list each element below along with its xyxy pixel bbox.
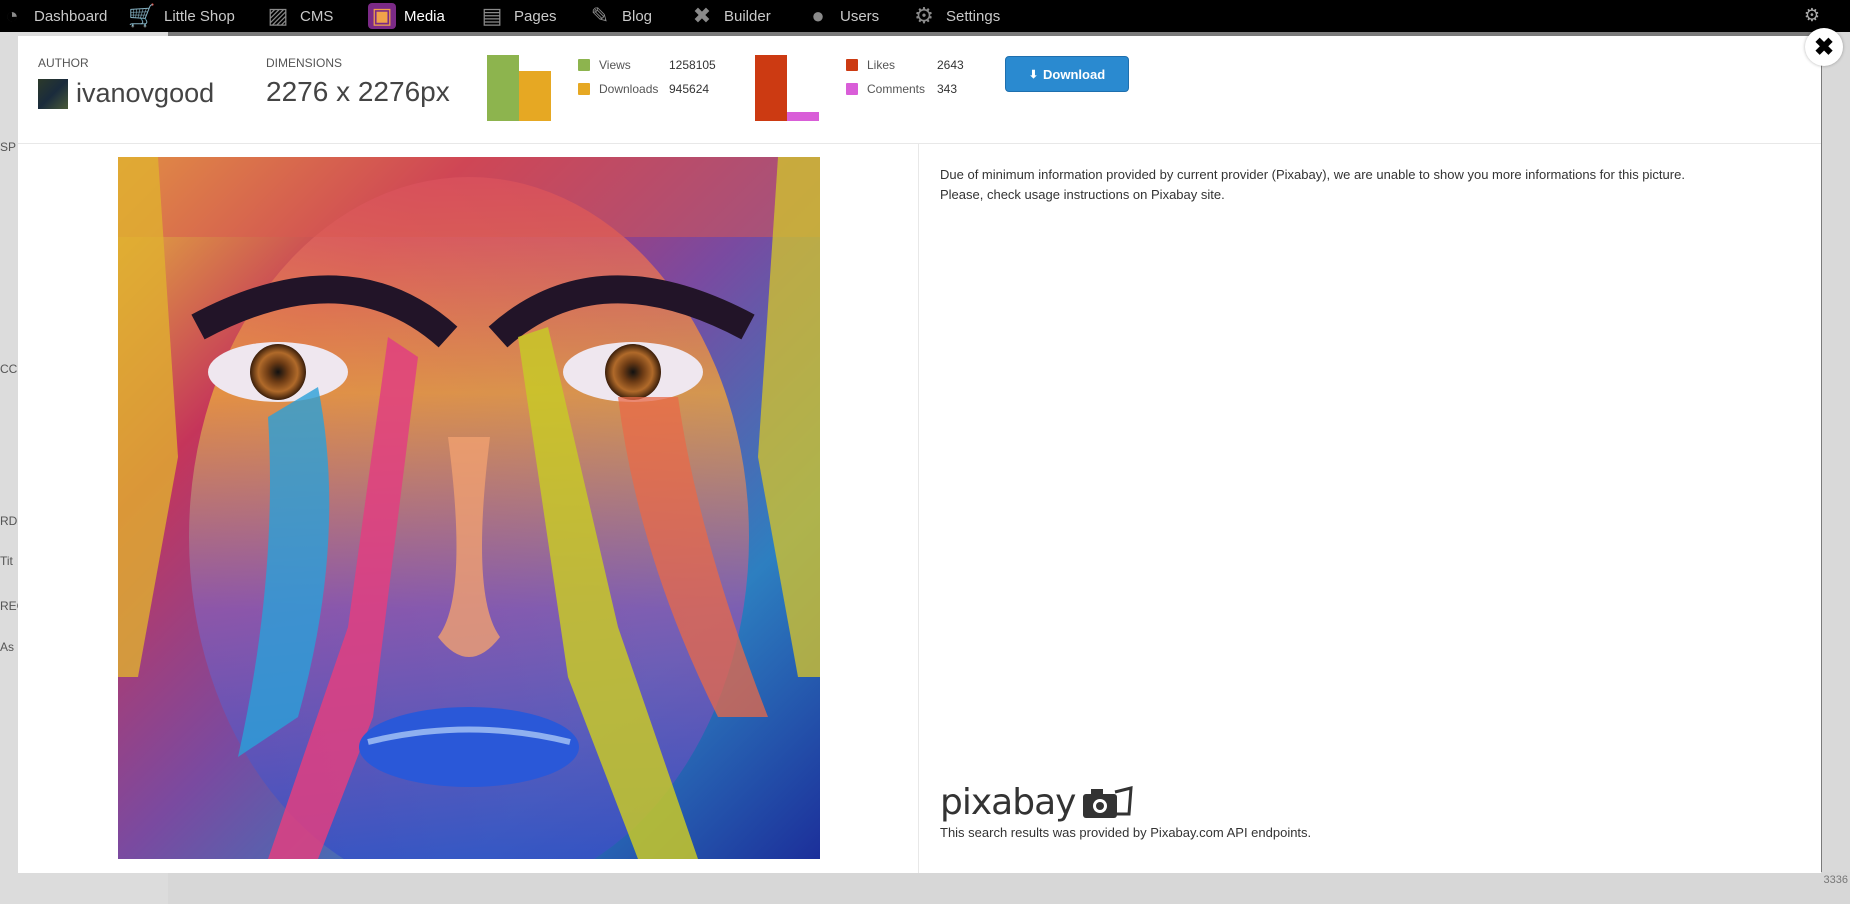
media-icon: ▣ — [368, 3, 396, 29]
nav-item-label: Little Shop — [164, 7, 235, 25]
blog-icon: ✎ — [590, 3, 610, 28]
comments-label: Comments — [867, 82, 926, 96]
camera-icon — [1083, 785, 1134, 818]
pixabay-logo: pixabay — [940, 782, 1134, 823]
nav-item-builder[interactable]: ✖ Builder — [688, 0, 771, 32]
comments-value: 343 — [937, 82, 958, 96]
nav-item-media[interactable]: ▣ Media — [368, 0, 445, 32]
admin-top-bar: ◔ Dashboard 🛒 Little Shop ▨ CMS ▣ Media ▤ Pages ✎ B… — [0, 0, 1850, 32]
likes-swatch — [846, 59, 858, 71]
legend-row-downloads: Downloads 945624 — [578, 77, 716, 101]
legend-row-views: Views 1258105 — [578, 53, 716, 77]
pixabay-logo-text: pixabay — [940, 782, 1076, 823]
sidebar-fragment: Tit — [0, 554, 13, 568]
sidebar-fragment: SP — [0, 140, 17, 154]
likes-value: 2643 — [937, 58, 964, 72]
nav-item-users[interactable]: ● Users — [804, 0, 879, 32]
nav-item-label: Pages — [514, 7, 557, 25]
media-preview-image — [118, 157, 820, 859]
likes-comments-legend: Likes 2643 Comments 343 — [846, 53, 964, 101]
comments-swatch — [846, 83, 858, 95]
downloads-swatch — [578, 83, 590, 95]
downloads-label: Downloads — [599, 82, 659, 96]
dimensions-value: 2276 x 2276px — [266, 76, 450, 107]
main-nav: ◔ Dashboard 🛒 Little Shop ▨ CMS ▣ Media ▤ Pages ✎ B… — [0, 0, 1850, 32]
legend-row-likes: Likes 2643 — [846, 53, 964, 77]
settings-icon: ⚙ — [914, 3, 934, 28]
views-bar — [487, 55, 519, 121]
views-downloads-legend: Views 1258105 Downloads 945624 — [578, 53, 716, 101]
nav-item-settings[interactable]: ⚙ Settings — [910, 0, 1000, 32]
nav-item-label: CMS — [300, 7, 334, 25]
pages-icon: ▤ — [481, 3, 503, 28]
nav-item-dashboard[interactable]: ◔ Dashboard — [0, 0, 107, 32]
close-button[interactable]: ✖ — [1805, 28, 1843, 66]
views-swatch — [578, 59, 590, 71]
comments-bar — [787, 112, 819, 121]
background-right-panel — [1822, 32, 1850, 872]
provider-info-line: Please, check usage instructions on Pixa… — [940, 187, 1225, 202]
dashboard-icon: ◔ — [5, 3, 19, 28]
nav-item-label: Settings — [946, 7, 1001, 25]
nav-item-cms[interactable]: ▨ CMS — [264, 0, 334, 32]
provider-credit: This search results was provided by Pixa… — [940, 825, 1312, 840]
provider-info: Due of minimum information provided by c… — [940, 165, 1800, 205]
views-downloads-bars — [487, 55, 551, 121]
footer-fragment: 3336 — [1823, 874, 1848, 886]
views-value: 1258105 — [669, 58, 716, 72]
likes-bar — [755, 55, 787, 121]
nav-item-label: Builder — [724, 7, 771, 25]
downloads-bar — [519, 71, 551, 121]
nav-item-label: Dashboard — [34, 7, 108, 25]
dimensions-label: DIMENSIONS — [266, 56, 343, 70]
likes-label: Likes — [867, 58, 896, 72]
nav-item-label: Blog — [622, 7, 653, 25]
views-label: Views — [599, 58, 631, 72]
author-label: AUTHOR — [38, 56, 89, 70]
nav-item-label: Users — [840, 7, 880, 25]
background-footer: 3336 — [168, 872, 1850, 904]
avatar — [38, 78, 68, 109]
likes-comments-bars — [755, 55, 819, 121]
users-icon: ● — [811, 3, 825, 28]
modal-header: AUTHOR ivanovgood DIMENSIONS 2276 x 2276… — [18, 36, 1821, 144]
nav-item-little-shop[interactable]: 🛒 Little Shop — [128, 0, 235, 32]
builder-icon: ✖ — [692, 3, 712, 28]
cart-icon: 🛒 — [128, 3, 156, 28]
author: ivanovgood — [38, 78, 214, 109]
admin-settings-icon[interactable]: ⚙ — [1804, 5, 1820, 26]
sidebar-fragment: As — [0, 640, 15, 654]
provider-info-line: Due of minimum information provided by c… — [940, 167, 1685, 182]
media-detail-modal: AUTHOR ivanovgood DIMENSIONS 2276 x 2276… — [18, 28, 1843, 873]
legend-row-comments: Comments 343 — [846, 77, 964, 101]
sidebar-fragment: CC — [0, 362, 18, 376]
downloads-value: 945624 — [669, 82, 710, 96]
nav-item-blog[interactable]: ✎ Blog — [586, 0, 652, 32]
download-icon: ⬇ — [1028, 68, 1039, 81]
close-icon: ✖ — [1813, 33, 1835, 61]
cms-icon: ▨ — [267, 3, 289, 28]
nav-item-label: Media — [404, 7, 445, 25]
download-button[interactable]: ⬇ Download — [1005, 56, 1129, 92]
download-label: Download — [1043, 66, 1106, 82]
nav-item-pages[interactable]: ▤ Pages — [478, 0, 557, 32]
author-name: ivanovgood — [76, 78, 215, 108]
